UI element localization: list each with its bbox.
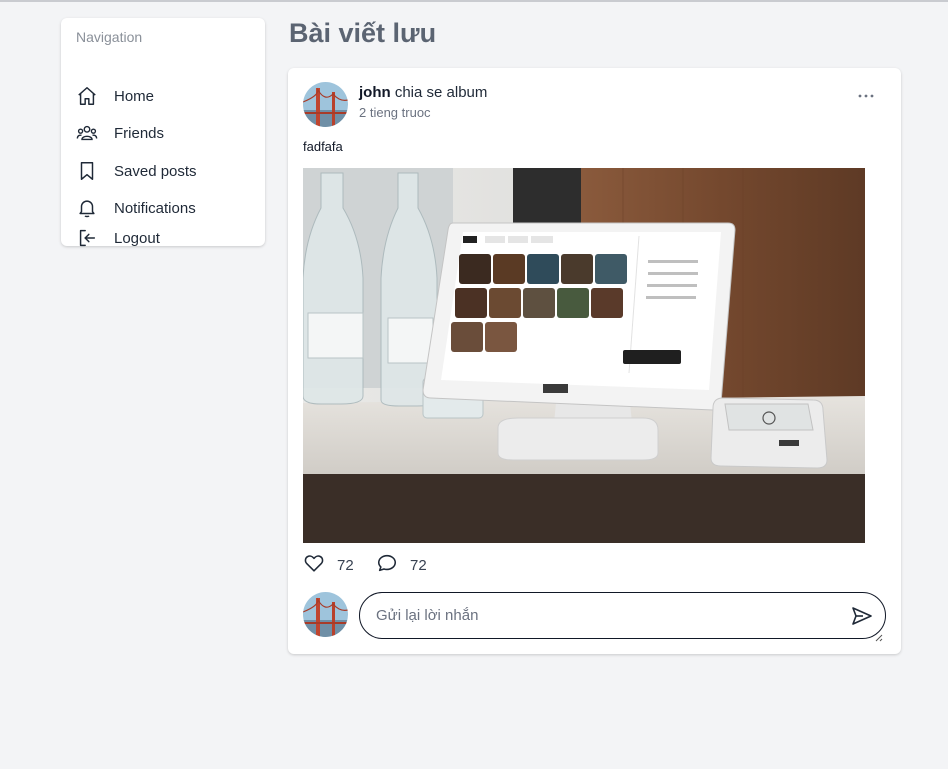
post-image[interactable]	[303, 168, 865, 543]
sidebar-item-notifications[interactable]: Notifications	[76, 195, 256, 221]
sidebar-navigation: Navigation Home Friends Saved posts Noti…	[61, 18, 265, 247]
bookmark-icon	[76, 160, 98, 182]
like-button[interactable]: 72	[303, 552, 354, 578]
logout-icon	[76, 227, 98, 249]
post-action-text: chia se album	[390, 84, 488, 101]
post-timestamp: 2 tieng truoc	[359, 105, 431, 120]
reply-box	[359, 592, 886, 639]
more-options-icon[interactable]	[856, 88, 878, 104]
sidebar-item-label: Home	[114, 87, 155, 105]
post-caption: fadfafa	[303, 139, 343, 154]
sidebar-item-label: Logout	[114, 229, 160, 247]
resize-handle-icon[interactable]	[873, 629, 883, 642]
sidebar-item-label: Saved posts	[114, 162, 197, 180]
post-card: john chia se album 2 tieng truoc fadfafa	[288, 68, 901, 654]
sidebar-item-label: Notifications	[114, 199, 196, 217]
comment-button[interactable]: 72	[376, 552, 427, 578]
post-header: john chia se album	[359, 84, 487, 101]
sidebar-item-friends[interactable]: Friends	[76, 120, 256, 146]
sidebar-item-label: Friends	[114, 124, 165, 142]
comment-icon	[376, 552, 398, 579]
top-border	[0, 0, 948, 2]
bell-icon	[76, 197, 98, 219]
current-user-avatar	[303, 592, 348, 637]
users-icon	[76, 122, 98, 144]
sidebar-item-home[interactable]: Home	[76, 83, 256, 109]
heart-icon	[303, 552, 325, 579]
send-icon[interactable]	[850, 604, 874, 628]
author-avatar[interactable]	[303, 82, 348, 127]
sidebar-item-saved-posts[interactable]: Saved posts	[76, 158, 256, 184]
sidebar-title: Navigation	[76, 29, 143, 45]
page-title: Bài viết lưu	[289, 18, 437, 48]
sidebar-item-logout[interactable]: Logout	[76, 225, 256, 251]
like-count: 72	[337, 556, 354, 574]
comment-count: 72	[410, 556, 427, 574]
reply-input[interactable]	[376, 593, 826, 638]
author-name[interactable]: john	[359, 84, 391, 101]
home-icon	[76, 85, 98, 107]
